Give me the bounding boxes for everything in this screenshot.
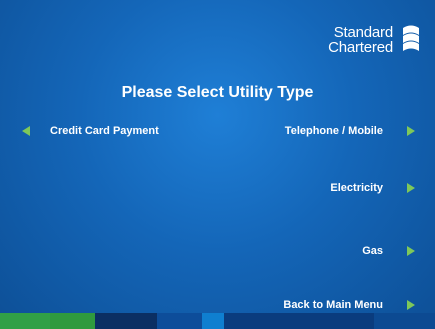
standard-chartered-logo-icon [403, 25, 419, 51]
option-label: Electricity [330, 182, 383, 194]
option-label: Credit Card Payment [50, 125, 159, 137]
option-label: Back to Main Menu [283, 299, 383, 311]
arrow-right-icon [407, 126, 415, 136]
bar-segment [50, 313, 95, 329]
bar-segment [202, 313, 224, 329]
bar-segment [224, 313, 374, 329]
arrow-right-icon [407, 246, 415, 256]
bar-segment [157, 313, 202, 329]
page-title: Please Select Utility Type [121, 84, 314, 101]
atm-screen: Standard Chartered Please Select Utility… [0, 0, 435, 329]
brand-line-2: Chartered [328, 39, 393, 56]
bar-segment [374, 313, 435, 329]
option-credit-card-payment[interactable]: Credit Card Payment [22, 125, 159, 137]
arrow-left-icon [22, 126, 30, 136]
bottom-color-bar [0, 313, 435, 329]
option-back-to-main-menu[interactable]: Back to Main Menu [283, 299, 415, 311]
brand-logo: Standard Chartered [328, 22, 423, 58]
option-telephone-mobile[interactable]: Telephone / Mobile [285, 125, 415, 137]
option-label: Gas [362, 245, 383, 257]
option-electricity[interactable]: Electricity [330, 182, 415, 194]
brand-line-1: Standard [333, 24, 393, 41]
bar-segment [0, 313, 50, 329]
arrow-right-icon [407, 183, 415, 193]
bar-segment [95, 313, 157, 329]
option-label: Telephone / Mobile [284, 125, 383, 137]
brand-name: Standard Chartered [328, 25, 393, 55]
arrow-right-icon [407, 300, 415, 310]
option-gas[interactable]: Gas [362, 245, 415, 257]
